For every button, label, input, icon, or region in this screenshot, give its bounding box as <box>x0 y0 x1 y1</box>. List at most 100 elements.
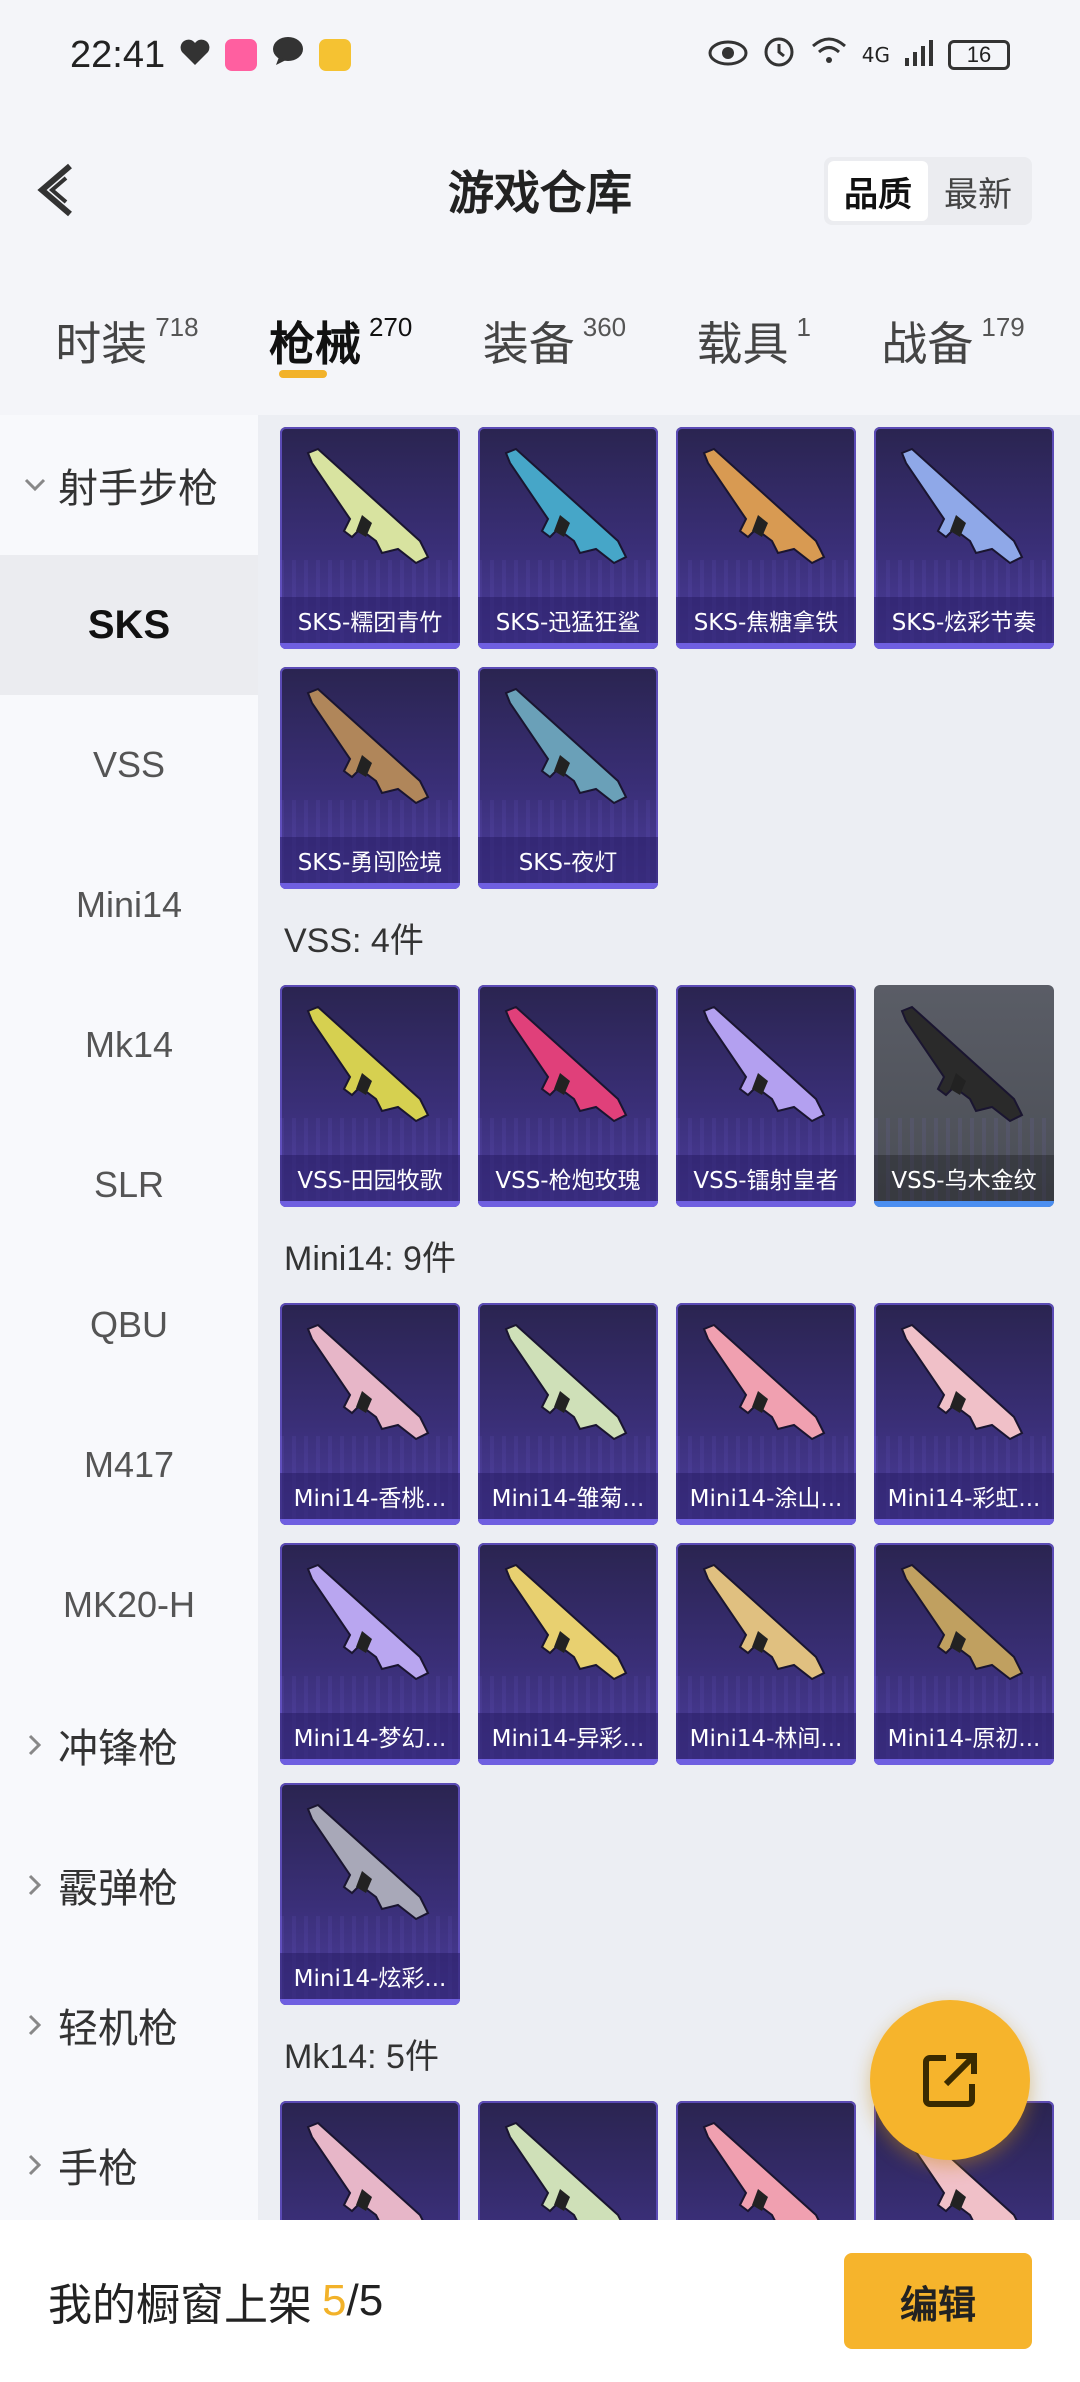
rifle-icon <box>900 1563 1024 1681</box>
weapon-card[interactable]: Mini14-彩虹... <box>874 1303 1054 1525</box>
weapon-card[interactable] <box>676 2101 856 2220</box>
section-grid: VSS-田园牧歌 VSS-枪炮玫瑰 VSS-镭射皇者 VSS-乌木金纹 <box>280 985 1070 1207</box>
rifle-icon <box>702 2121 820 2220</box>
weapon-sidebar: 射手步枪 SKS VSS Mini14 Mk14 SLR QBU M417 MK… <box>0 415 258 2220</box>
chevron-down-icon <box>24 478 46 492</box>
status-bar: 22:41 4G 16 <box>0 0 1080 110</box>
sidebar-item-vss[interactable]: VSS <box>0 695 258 835</box>
weapon-card-label: SKS-炫彩节奏 <box>874 597 1054 643</box>
sidebar-group-smg[interactable]: 冲锋枪 <box>0 1675 258 1815</box>
weapon-card-label: VSS-田园牧歌 <box>280 1155 460 1201</box>
weapon-card[interactable]: SKS-勇闯险境 <box>280 667 460 889</box>
rifle-icon <box>306 447 430 565</box>
section-grid: SKS-糯团青竹 SKS-迅猛狂鲨 SKS-焦糖拿铁 SKS-炫彩节奏 SKS-勇闯险境… <box>280 427 1070 889</box>
weapon-card[interactable]: Mini14-香桃... <box>280 1303 460 1525</box>
weapon-card[interactable]: SKS-迅猛狂鲨 <box>478 427 658 649</box>
tab-fashion[interactable]: 时装 718 <box>55 290 198 390</box>
sidebar-item-slr[interactable]: SLR <box>0 1115 258 1255</box>
tab-label: 战备 <box>881 317 974 371</box>
sidebar-item-mini14[interactable]: Mini14 <box>0 835 258 975</box>
weapon-card[interactable]: Mini14-异彩... <box>478 1543 658 1765</box>
tab-equipment[interactable]: 装备 360 <box>483 290 626 390</box>
weapon-card[interactable]: SKS-夜灯 <box>478 667 658 889</box>
chevron-right-icon <box>28 2154 42 2176</box>
rifle-icon <box>702 1323 826 1441</box>
sidebar-group-lmg[interactable]: 轻机枪 <box>0 1955 258 2095</box>
weapon-card[interactable] <box>280 2101 460 2220</box>
weapon-card-label: Mini14-梦幻... <box>280 1713 460 1759</box>
sidebar-group-label: 射手步枪 <box>58 466 218 512</box>
weapon-card[interactable]: SKS-炫彩节奏 <box>874 427 1054 649</box>
chat-icon <box>271 35 305 76</box>
sidebar-item-m417[interactable]: M417 <box>0 1395 258 1535</box>
tab-guns[interactable]: 枪械 270 <box>269 290 412 390</box>
edit-button[interactable]: 编辑 <box>844 2253 1032 2349</box>
weapon-card-label: SKS-迅猛狂鲨 <box>478 597 658 643</box>
rifle-icon <box>504 1563 628 1681</box>
card-quality-bar <box>280 1999 460 2005</box>
weapon-content: SKS-糯团青竹 SKS-迅猛狂鲨 SKS-焦糖拿铁 SKS-炫彩节奏 SKS-勇闯险境… <box>258 415 1080 2220</box>
share-icon <box>923 2053 977 2107</box>
sidebar-item-mk14[interactable]: Mk14 <box>0 975 258 1115</box>
sidebar-group-pistol[interactable]: 手枪 <box>0 2095 258 2220</box>
sidebar-item-sks[interactable]: SKS <box>0 555 258 695</box>
rifle-icon <box>702 1563 826 1681</box>
weapon-card-label: Mini14-雏菊... <box>478 1473 658 1519</box>
weapon-card-label: Mini14-炫彩... <box>280 1953 460 1999</box>
tab-underline <box>278 370 327 378</box>
sidebar-group-shotgun[interactable]: 霰弹枪 <box>0 1815 258 1955</box>
section-title: Mini14: 9件 <box>284 1239 456 1278</box>
tab-label: 装备 <box>482 317 575 371</box>
tab-vehicles[interactable]: 载具 1 <box>697 290 811 390</box>
weapon-card[interactable]: Mini14-炫彩... <box>280 1783 460 2005</box>
card-quality-bar <box>478 1759 658 1765</box>
weapon-card[interactable] <box>478 2101 658 2220</box>
card-quality-bar <box>280 643 460 649</box>
weapon-card-label: SKS-焦糖拿铁 <box>676 597 856 643</box>
weapon-card[interactable]: VSS-镭射皇者 <box>676 985 856 1207</box>
sidebar-group-label: 霰弹枪 <box>58 1866 178 1912</box>
tab-label: 枪械 <box>268 317 361 371</box>
card-quality-bar <box>676 1519 856 1525</box>
weapon-card[interactable]: Mini14-原初... <box>874 1543 1054 1765</box>
mail-icon <box>319 39 352 71</box>
sidebar-group-marksman[interactable]: 射手步枪 <box>0 415 258 555</box>
sidebar-group-label: 冲锋枪 <box>58 1726 178 1772</box>
share-button[interactable] <box>870 2000 1030 2160</box>
weapon-card[interactable]: Mini14-梦幻... <box>280 1543 460 1765</box>
sort-quality-button[interactable]: 品质 <box>828 161 928 221</box>
weapon-card[interactable]: Mini14-雏菊... <box>478 1303 658 1525</box>
tab-supplies[interactable]: 战备 179 <box>881 290 1024 390</box>
app-badge-icon <box>225 39 258 71</box>
rifle-icon <box>702 1005 826 1123</box>
chevron-right-icon <box>28 2014 42 2036</box>
weapon-card[interactable]: SKS-糯团青竹 <box>280 427 460 649</box>
weapon-card[interactable]: SKS-焦糖拿铁 <box>676 427 856 649</box>
weapon-card[interactable]: VSS-田园牧歌 <box>280 985 460 1207</box>
weapon-card[interactable]: Mini14-涂山... <box>676 1303 856 1525</box>
sidebar-item-qbu[interactable]: QBU <box>0 1255 258 1395</box>
eye-icon <box>708 36 748 74</box>
weapon-card-label: Mini14-涂山... <box>676 1473 856 1519</box>
wifi-icon <box>810 36 848 74</box>
sort-newest-button[interactable]: 最新 <box>928 161 1028 221</box>
showcase-count: 5/5 <box>322 2276 383 2326</box>
weapon-card[interactable]: Mini14-林间... <box>676 1543 856 1765</box>
rifle-icon <box>306 1803 430 1921</box>
rifle-icon <box>306 1323 430 1441</box>
weapon-card-label: Mini14-林间... <box>676 1713 856 1759</box>
rifle-icon <box>504 447 628 565</box>
card-quality-bar <box>874 1759 1054 1765</box>
weapon-card-label: Mini14-香桃... <box>280 1473 460 1519</box>
chevron-left-icon <box>37 163 72 217</box>
weapon-card-label: VSS-枪炮玫瑰 <box>478 1155 658 1201</box>
showcase-bar: 我的橱窗上架 5/5 编辑 <box>0 2220 1080 2382</box>
back-button[interactable] <box>30 160 90 220</box>
weapon-card[interactable]: VSS-乌木金纹 <box>874 985 1054 1207</box>
weapon-card-label: Mini14-彩虹... <box>874 1473 1054 1519</box>
weapon-card[interactable]: VSS-枪炮玫瑰 <box>478 985 658 1207</box>
page-header: 游戏仓库 品质 最新 <box>0 110 1080 270</box>
tab-label: 时装 <box>55 317 148 371</box>
sidebar-item-mk20h[interactable]: MK20-H <box>0 1535 258 1675</box>
card-quality-bar <box>280 1519 460 1525</box>
